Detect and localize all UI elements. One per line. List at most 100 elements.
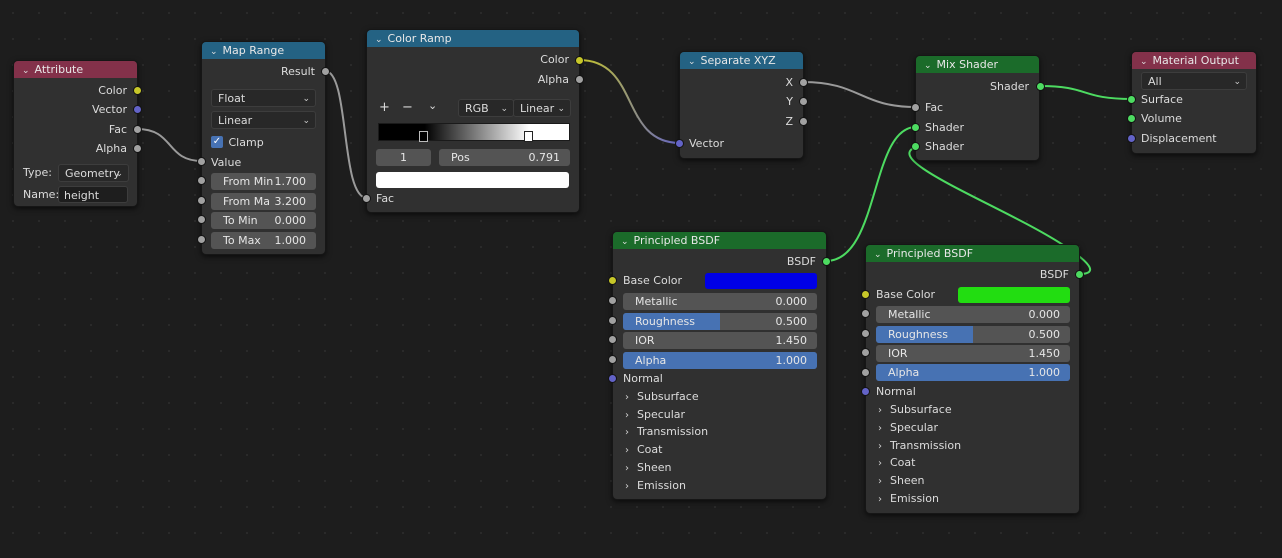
material-output-node[interactable]: ⌄ Material Output All ⌄ Surface Volume Di… bbox=[1131, 51, 1257, 154]
collapse-chevron-icon[interactable]: ⌄ bbox=[621, 234, 629, 249]
collapse-chevron-icon[interactable]: ⌄ bbox=[375, 32, 383, 47]
panel-coat[interactable]: › Coat bbox=[878, 456, 915, 469]
material-volume-socket[interactable] bbox=[1127, 114, 1136, 123]
type-dropdown[interactable]: Geometry ⌄ bbox=[58, 164, 129, 182]
map-range-from-max-socket[interactable] bbox=[197, 196, 206, 205]
separate-xyz-node-header[interactable]: ⌄ Separate XYZ bbox=[680, 52, 803, 69]
map-range-node-header[interactable]: ⌄ Map Range bbox=[202, 42, 325, 59]
from-max-field[interactable]: From Ma 3.200 bbox=[211, 193, 316, 210]
color-mode-dropdown[interactable]: RGB ⌄ bbox=[458, 99, 514, 117]
panel-subsurface[interactable]: › Subsurface bbox=[878, 403, 952, 416]
stop-marker-white-active[interactable] bbox=[524, 131, 533, 142]
attribute-node[interactable]: ⌄ Attribute Color Vector Fac Alpha Type: … bbox=[13, 60, 138, 207]
mix-fac-socket[interactable] bbox=[911, 103, 920, 112]
ramp-interpolation-dropdown[interactable]: Linear ⌄ bbox=[513, 99, 571, 117]
map-range-from-min-socket[interactable] bbox=[197, 176, 206, 185]
color-ramp-color-socket[interactable] bbox=[575, 56, 584, 65]
bsdf-blue-normal-socket[interactable] bbox=[608, 374, 617, 383]
metallic-field[interactable]: Metallic 0.000 bbox=[876, 306, 1070, 323]
panel-coat[interactable]: › Coat bbox=[625, 443, 662, 456]
color-ramp-node-header[interactable]: ⌄ Color Ramp bbox=[367, 30, 579, 47]
bsdf-green-header[interactable]: ⌄ Principled BSDF bbox=[866, 245, 1079, 262]
bsdf-blue-base-color-socket[interactable] bbox=[608, 276, 617, 285]
add-stop-button[interactable]: + bbox=[379, 100, 390, 115]
separate-x-socket[interactable] bbox=[799, 78, 808, 87]
panel-sheen[interactable]: › Sheen bbox=[878, 474, 924, 487]
attribute-fac-socket[interactable] bbox=[133, 125, 142, 134]
bsdf-blue-alpha-socket[interactable] bbox=[608, 355, 617, 364]
bsdf-blue-roughness-socket[interactable] bbox=[608, 316, 617, 325]
ior-field[interactable]: IOR 1.450 bbox=[623, 332, 817, 349]
map-range-to-min-socket[interactable] bbox=[197, 215, 206, 224]
data-type-dropdown[interactable]: Float ⌄ bbox=[211, 89, 316, 107]
stop-color-swatch[interactable] bbox=[376, 172, 569, 188]
clamp-checkbox[interactable]: ✓ Clamp bbox=[211, 135, 264, 149]
interpolation-dropdown[interactable]: Linear ⌄ bbox=[211, 111, 316, 129]
principled-bsdf-node-blue[interactable]: ⌄ Principled BSDF BSDF Base Color Metalli… bbox=[612, 231, 827, 500]
separate-vector-socket[interactable] bbox=[675, 139, 684, 148]
to-max-field[interactable]: To Max 1.000 bbox=[211, 232, 316, 249]
bsdf-blue-header[interactable]: ⌄ Principled BSDF bbox=[613, 232, 826, 249]
bsdf-green-metallic-socket[interactable] bbox=[861, 309, 870, 318]
principled-bsdf-node-green[interactable]: ⌄ Principled BSDF BSDF Base Color Metalli… bbox=[865, 244, 1080, 514]
bsdf-green-output-socket[interactable] bbox=[1075, 270, 1084, 279]
mix-shader-output-socket[interactable] bbox=[1036, 82, 1045, 91]
base-color-swatch-blue[interactable] bbox=[705, 273, 817, 289]
map-range-node[interactable]: ⌄ Map Range Result Float ⌄ Linear ⌄ ✓ Cla… bbox=[201, 41, 326, 255]
roughness-field[interactable]: Roughness 0.500 bbox=[876, 326, 1070, 343]
to-min-field[interactable]: To Min 0.000 bbox=[211, 212, 316, 229]
target-dropdown[interactable]: All ⌄ bbox=[1141, 72, 1247, 90]
material-displacement-socket[interactable] bbox=[1127, 134, 1136, 143]
separate-y-socket[interactable] bbox=[799, 97, 808, 106]
attribute-alpha-socket[interactable] bbox=[133, 144, 142, 153]
color-ramp-alpha-socket[interactable] bbox=[575, 75, 584, 84]
material-output-node-header[interactable]: ⌄ Material Output bbox=[1132, 52, 1256, 69]
collapse-chevron-icon[interactable]: ⌄ bbox=[924, 58, 932, 73]
map-range-value-socket[interactable] bbox=[197, 157, 206, 166]
alpha-field[interactable]: Alpha 1.000 bbox=[876, 364, 1070, 381]
mix-shader-node-header[interactable]: ⌄ Mix Shader bbox=[916, 56, 1039, 73]
collapse-chevron-icon[interactable]: ⌄ bbox=[22, 63, 30, 78]
color-ramp-gradient[interactable] bbox=[378, 123, 570, 141]
collapse-chevron-icon[interactable]: ⌄ bbox=[874, 247, 882, 262]
panel-transmission[interactable]: › Transmission bbox=[878, 439, 961, 452]
map-range-to-max-socket[interactable] bbox=[197, 235, 206, 244]
stop-marker-black[interactable] bbox=[419, 131, 428, 142]
attribute-color-socket[interactable] bbox=[133, 86, 142, 95]
panel-emission[interactable]: › Emission bbox=[878, 492, 939, 505]
collapse-chevron-icon[interactable]: ⌄ bbox=[210, 44, 218, 59]
collapse-chevron-icon[interactable]: ⌄ bbox=[1140, 54, 1148, 69]
roughness-field[interactable]: Roughness 0.500 bbox=[623, 313, 817, 330]
ior-field[interactable]: IOR 1.450 bbox=[876, 345, 1070, 362]
separate-xyz-node[interactable]: ⌄ Separate XYZ X Y Z Vector bbox=[679, 51, 804, 159]
bsdf-blue-ior-socket[interactable] bbox=[608, 335, 617, 344]
mix-shader-1-socket[interactable] bbox=[911, 123, 920, 132]
bsdf-green-alpha-socket[interactable] bbox=[861, 368, 870, 377]
stop-index-field[interactable]: 1 bbox=[376, 149, 431, 166]
from-min-field[interactable]: From Min 1.700 bbox=[211, 173, 316, 190]
panel-specular[interactable]: › Specular bbox=[625, 408, 685, 421]
map-range-result-socket[interactable] bbox=[321, 67, 330, 76]
attribute-node-header[interactable]: ⌄ Attribute bbox=[14, 61, 137, 78]
remove-stop-button[interactable]: − bbox=[402, 100, 413, 115]
pos-field[interactable]: Pos 0.791 bbox=[439, 149, 570, 166]
panel-transmission[interactable]: › Transmission bbox=[625, 425, 708, 438]
collapse-chevron-icon[interactable]: ⌄ bbox=[688, 54, 696, 69]
mix-shader-node[interactable]: ⌄ Mix Shader Shader Fac Shader Shader bbox=[915, 55, 1040, 161]
name-input[interactable]: height bbox=[58, 186, 128, 203]
ramp-menu-icon[interactable]: ⌄ bbox=[428, 99, 437, 112]
bsdf-green-ior-socket[interactable] bbox=[861, 348, 870, 357]
bsdf-blue-metallic-socket[interactable] bbox=[608, 296, 617, 305]
attribute-vector-socket[interactable] bbox=[133, 105, 142, 114]
bsdf-blue-output-socket[interactable] bbox=[822, 257, 831, 266]
mix-shader-2-socket[interactable] bbox=[911, 142, 920, 151]
panel-subsurface[interactable]: › Subsurface bbox=[625, 390, 699, 403]
separate-z-socket[interactable] bbox=[799, 117, 808, 126]
bsdf-green-base-color-socket[interactable] bbox=[861, 290, 870, 299]
alpha-field[interactable]: Alpha 1.000 bbox=[623, 352, 817, 369]
color-ramp-node[interactable]: ⌄ Color Ramp Color Alpha + − ⌄ RGB ⌄ Line… bbox=[366, 29, 580, 213]
bsdf-green-roughness-socket[interactable] bbox=[861, 329, 870, 338]
panel-emission[interactable]: › Emission bbox=[625, 479, 686, 492]
material-surface-socket[interactable] bbox=[1127, 95, 1136, 104]
bsdf-green-normal-socket[interactable] bbox=[861, 387, 870, 396]
